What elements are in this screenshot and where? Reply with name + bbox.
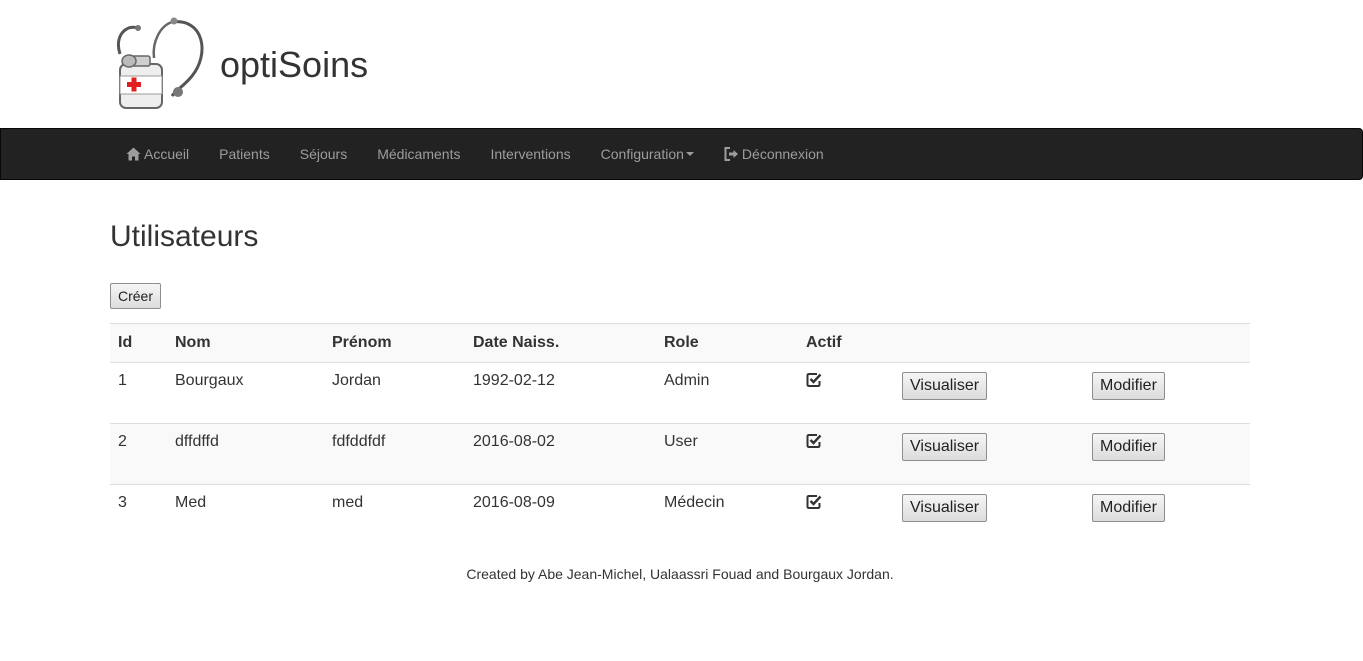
table-header-row: Id Nom Prénom Date Naiss. Role Actif: [110, 323, 1250, 363]
cell-prenom: Jordan: [324, 362, 465, 424]
column-header-view: [894, 323, 1084, 363]
check-square-icon: [806, 494, 822, 515]
home-icon: [126, 147, 141, 161]
cell-nom: Bourgaux: [167, 362, 324, 424]
nav-item-accueil[interactable]: Accueil: [111, 129, 204, 179]
nav-item-configuration[interactable]: Configuration: [586, 129, 709, 179]
cell-id: 2: [110, 423, 167, 485]
check-square-icon: [806, 372, 822, 393]
nav-item-label: Interventions: [490, 146, 571, 162]
view-button[interactable]: Visualiser: [902, 372, 988, 400]
edit-button[interactable]: Modifier: [1092, 372, 1165, 400]
check-square-icon: [806, 433, 822, 454]
table-row: 1 Bourgaux Jordan 1992-02-12 Admin Visua…: [110, 362, 1250, 424]
table-row: 2 dffdffd fdfddfdf 2016-08-02 User Visua…: [110, 423, 1250, 485]
nav-item-medicaments[interactable]: Médicaments: [362, 129, 475, 179]
cell-nom: dffdffd: [167, 423, 324, 485]
nav-item-label: Patients: [219, 146, 270, 162]
page-title: Utilisateurs: [110, 220, 259, 253]
nav-item-deconnexion[interactable]: Déconnexion: [709, 129, 839, 179]
footer-credits: Created by Abe Jean-Michel, Ualaassri Fo…: [466, 566, 894, 582]
nav-item-label: Séjours: [299, 146, 348, 162]
brand-name: optiSoins: [220, 44, 369, 85]
users-table: Id Nom Prénom Date Naiss. Role Actif 1 B…: [110, 323, 1250, 545]
cell-role: Médecin: [664, 494, 725, 511]
cell-role: User: [656, 423, 798, 485]
caret-down-icon: [685, 152, 694, 156]
cell-actif: [798, 362, 894, 424]
nav-item-sejours[interactable]: Séjours: [285, 129, 362, 179]
column-header-prenom: Prénom: [324, 323, 465, 363]
edit-button[interactable]: Modifier: [1092, 494, 1165, 522]
cell-date: 2016-08-02: [465, 423, 656, 485]
table-row: 3 Med med 2016-08-09 Médecin Visualiser …: [110, 485, 1250, 546]
cell-edit: Modifier: [1084, 485, 1250, 546]
column-header-role: Role: [656, 323, 798, 363]
column-header-nom: Nom: [167, 323, 324, 363]
cell-prenom: med: [332, 494, 364, 511]
column-header-id: Id: [110, 323, 167, 363]
view-button[interactable]: Visualiser: [902, 433, 988, 461]
cell-date: 1992-02-12: [465, 362, 656, 424]
cell-prenom: fdfddfdf: [324, 423, 465, 485]
cell-view: Visualiser: [894, 362, 1084, 424]
cell-edit: Modifier: [1084, 362, 1250, 424]
column-header-actif: Actif: [798, 323, 894, 363]
cell-actif: [798, 485, 894, 546]
cell-edit: Modifier: [1084, 423, 1250, 485]
cell-id: 1: [110, 362, 167, 424]
stethoscope-logo: [117, 17, 204, 109]
nav-item-label: Configuration: [600, 146, 684, 162]
cell-view: Visualiser: [894, 485, 1084, 546]
cell-date: 2016-08-09: [473, 494, 555, 511]
cell-id: 3: [118, 494, 127, 511]
cell-actif: [798, 423, 894, 485]
nav-item-patients[interactable]: Patients: [204, 129, 285, 179]
nav-item-label: Accueil: [144, 146, 190, 162]
column-header-date: Date Naiss.: [465, 323, 656, 363]
column-header-edit: [1084, 323, 1250, 363]
cell-view: Visualiser: [894, 423, 1084, 485]
cell-nom: Med: [175, 494, 207, 511]
navbar: Accueil Patients Séjours Médicaments Int…: [0, 128, 1363, 180]
view-button[interactable]: Visualiser: [902, 494, 988, 522]
edit-button[interactable]: Modifier: [1092, 433, 1165, 461]
header: optiSoins: [0, 0, 1363, 128]
cell-role: Admin: [656, 362, 798, 424]
create-user-button[interactable]: Créer: [110, 283, 162, 309]
nav-item-interventions[interactable]: Interventions: [475, 129, 585, 179]
logout-icon: [724, 147, 739, 161]
nav-item-label: Médicaments: [377, 146, 461, 162]
nav-menu: Accueil Patients Séjours Médicaments Int…: [111, 129, 839, 179]
nav-item-label: Déconnexion: [741, 146, 824, 162]
